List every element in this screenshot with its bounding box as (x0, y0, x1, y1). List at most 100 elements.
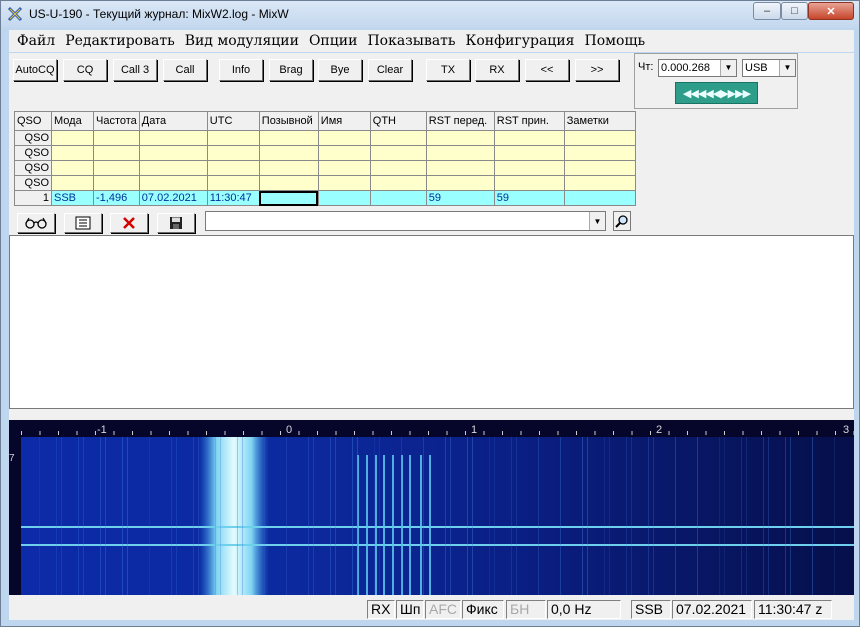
scale-tick (76, 431, 78, 435)
cell-name[interactable] (317, 190, 371, 206)
status-date: 07.02.2021 (672, 600, 752, 619)
scale-tick (150, 431, 152, 435)
clear-button[interactable]: Clear (368, 59, 412, 81)
noise-line (313, 437, 314, 595)
scale-tick (557, 431, 559, 435)
menu-view[interactable]: Показывать (367, 33, 455, 49)
tx-button[interactable]: TX (426, 59, 470, 81)
cell-qso: 1 (14, 190, 52, 206)
menu-help[interactable]: Помощь (584, 33, 645, 49)
menu-options[interactable]: Опции (309, 33, 357, 49)
scale-label: 2 (656, 424, 662, 436)
menu-edit[interactable]: Редактировать (65, 33, 174, 49)
save-log-button[interactable] (157, 213, 195, 233)
noise-line (330, 437, 331, 595)
cell-utc[interactable]: 11:30:47 (206, 190, 260, 206)
noise-line (763, 437, 764, 595)
maximize-button[interactable]: □ (781, 2, 808, 20)
chevron-down-icon[interactable]: ▼ (779, 60, 795, 76)
waterfall-display[interactable]: 7 -1 0 1 2 3 (9, 420, 854, 595)
noise-line (286, 437, 287, 595)
prev-macro-button[interactable]: << (525, 59, 569, 81)
close-button[interactable]: ✕ (808, 2, 854, 20)
menu-modulation[interactable]: Вид модуляции (185, 33, 299, 49)
scale-tick (58, 431, 59, 435)
scale-tick (816, 431, 818, 435)
chevron-down-icon[interactable]: ▼ (589, 212, 605, 230)
save-entry-button[interactable] (64, 213, 102, 233)
carrier-line (420, 455, 422, 595)
scale-tick (835, 431, 836, 435)
noise-line (604, 437, 605, 595)
brag-button[interactable]: Brag (269, 59, 313, 81)
call-button[interactable]: Call (163, 59, 207, 81)
info-button[interactable]: Info (219, 59, 263, 81)
cell-freq[interactable]: -1,496 (93, 190, 140, 206)
cell-notes[interactable] (563, 190, 636, 206)
current-qso-row[interactable]: 1 SSB -1,496 07.02.2021 11:30:47 59 59 (14, 190, 636, 206)
col-qth: QTH (369, 111, 427, 131)
cell-rst-rcvd[interactable]: 59 (493, 190, 565, 206)
call3-button[interactable]: Call 3 (113, 59, 157, 81)
tuning-arrows-button[interactable]: ◀◀◀◀◀▶▶▶▶ (675, 82, 758, 104)
pane-splitter[interactable] (9, 409, 854, 419)
menu-file[interactable]: Файл (17, 33, 55, 49)
find-button[interactable] (613, 211, 631, 231)
scale-tick (187, 431, 189, 435)
status-bn[interactable]: БН (506, 600, 546, 619)
noise-line (538, 437, 539, 595)
callsign-input[interactable]: ▼ (205, 211, 606, 231)
noise-line (401, 437, 402, 595)
noise-line (308, 437, 309, 595)
col-freq: Частота (93, 111, 140, 131)
status-time: 11:30:47 z (754, 600, 832, 619)
delete-button[interactable] (110, 213, 148, 233)
frequency-combo[interactable]: 0.000.268 ▼ (658, 59, 737, 77)
scale-tick (224, 431, 226, 435)
cq-button[interactable]: CQ (63, 59, 107, 81)
bye-button[interactable]: Bye (318, 59, 362, 81)
receive-text-area[interactable] (9, 235, 854, 409)
rx-button[interactable]: RX (475, 59, 519, 81)
scale-tick (169, 431, 170, 435)
minimize-button[interactable]: – (753, 2, 781, 20)
scale-tick (594, 431, 596, 435)
table-row[interactable]: QSO (14, 160, 636, 176)
autocq-button[interactable]: AutoCQ (13, 59, 57, 81)
cell-call[interactable] (258, 190, 319, 206)
frequency-label: Чт: (638, 61, 654, 73)
table-row[interactable]: QSO (14, 130, 636, 146)
title-bar[interactable]: US-U-190 - Текущий журнал: MixW2.log - M… (1, 1, 859, 28)
mode-combo[interactable]: USB ▼ (742, 59, 796, 77)
waterfall-level-label: 7 (9, 453, 15, 464)
noise-line (171, 437, 172, 595)
table-row[interactable]: QSO (14, 175, 636, 191)
noise-line (609, 437, 610, 595)
scale-tick (446, 431, 448, 435)
noise-line (352, 437, 353, 595)
scale-tick (280, 431, 281, 435)
noise-line (834, 437, 835, 595)
next-macro-button[interactable]: >> (575, 59, 619, 81)
scale-tick (132, 431, 133, 435)
noise-line (122, 437, 123, 595)
table-row[interactable]: QSO (14, 145, 636, 161)
row-label: QSO (14, 175, 52, 191)
status-fix[interactable]: Фикс (462, 600, 504, 619)
status-afc[interactable]: AFC (425, 600, 461, 619)
noise-line (812, 437, 813, 595)
scale-tick (465, 431, 466, 435)
col-rst-sent: RST перед. (425, 111, 495, 131)
noise-line (78, 437, 79, 595)
cell-qth[interactable] (369, 190, 427, 206)
cell-date[interactable]: 07.02.2021 (138, 190, 208, 206)
cell-rst-sent[interactable]: 59 (425, 190, 495, 206)
menu-config[interactable]: Конфигурация (466, 33, 575, 49)
status-rx[interactable]: RX (367, 600, 395, 619)
cell-mode[interactable]: SSB (51, 190, 94, 206)
status-shp[interactable]: Шп (396, 600, 424, 619)
lookup-button[interactable] (17, 213, 55, 233)
scale-tick (742, 431, 744, 435)
chevron-down-icon[interactable]: ▼ (720, 60, 736, 76)
noise-line (653, 437, 654, 595)
